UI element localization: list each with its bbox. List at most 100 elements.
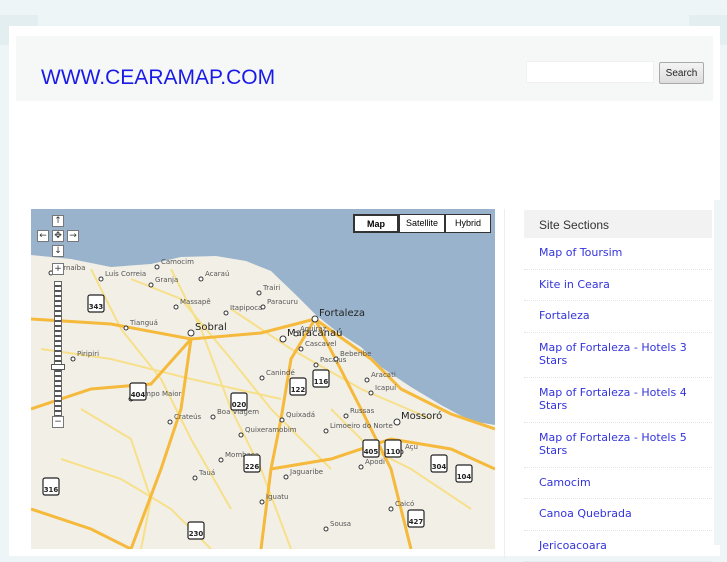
city-marker — [124, 326, 128, 330]
city-marker — [239, 433, 243, 437]
city-marker — [260, 376, 264, 380]
zoom-slider-thumb[interactable] — [51, 364, 65, 370]
highway-number: 122 — [291, 386, 306, 394]
city-label: Massapê — [180, 298, 211, 306]
highway-number: 343 — [89, 303, 104, 311]
city-marker — [314, 363, 318, 367]
city-marker — [294, 332, 298, 336]
sidebar: Site Sections Map of ToursimKite in Cear… — [524, 210, 712, 562]
city-marker — [224, 311, 228, 315]
map[interactable]: FortalezaSobralMaracanaúMossoróCamocimIt… — [31, 209, 495, 549]
map-type-satellite-button[interactable]: Satellite — [399, 214, 445, 233]
city-marker — [369, 391, 373, 395]
city-marker — [344, 414, 348, 418]
header: WWW.CEARAMAP.COM Search — [16, 36, 713, 101]
city-marker — [261, 305, 265, 309]
highway-number: 104 — [457, 473, 472, 481]
city-label: Canindé — [266, 369, 295, 377]
city-label: Crateús — [174, 413, 202, 421]
search-button[interactable]: Search — [659, 62, 704, 84]
city-marker — [149, 283, 153, 287]
city-marker — [299, 347, 303, 351]
city-label: Quixadá — [286, 411, 315, 419]
city-label: Aquiraz — [300, 325, 327, 333]
city-label: Acaraú — [205, 270, 229, 278]
city-label: Tauá — [198, 469, 215, 477]
city-marker — [188, 330, 194, 336]
city-marker — [312, 316, 318, 322]
pan-down-icon[interactable]: ↓ — [52, 245, 64, 257]
sidebar-list: Map of ToursimKite in CearaFortalezaMap … — [524, 238, 712, 562]
city-marker — [389, 507, 393, 511]
city-marker — [334, 357, 338, 361]
map-type-map-button[interactable]: Map — [353, 214, 399, 233]
city-label: Cascavel — [305, 340, 336, 348]
highway-number: 110 — [386, 448, 401, 456]
city-label: Tianguá — [129, 319, 158, 327]
city-label: Quixeramobim — [245, 426, 297, 434]
city-label: Iguatu — [266, 493, 288, 501]
city-marker — [211, 415, 215, 419]
city-marker — [155, 265, 159, 269]
city-marker — [219, 458, 223, 462]
city-marker — [71, 357, 75, 361]
map-type-hybrid-button[interactable]: Hybrid — [445, 214, 491, 233]
city-label: Paracuru — [267, 298, 298, 306]
city-marker — [193, 476, 197, 480]
highway-number: 304 — [432, 463, 447, 471]
sidebar-link[interactable]: Map of Fortaleza - Hotels 3 Stars — [524, 333, 712, 378]
highway-number: 116 — [314, 378, 329, 386]
city-label: Sobral — [195, 322, 227, 333]
city-label: Luís Correia — [105, 270, 146, 278]
city-marker — [257, 291, 261, 295]
divider — [504, 209, 505, 559]
sidebar-link[interactable]: Map of Fortaleza - Hotels 5 Stars — [524, 423, 712, 468]
sidebar-link[interactable]: Fortaleza — [524, 301, 712, 333]
city-label: Itapipoca — [230, 304, 262, 312]
zoom-in-icon[interactable]: + — [52, 263, 64, 275]
city-marker — [284, 475, 288, 479]
city-label: Limoeiro do Norte — [330, 422, 393, 430]
site-logo-link[interactable]: WWW.CEARAMAP.COM — [41, 66, 275, 90]
zoom-slider[interactable] — [54, 281, 62, 419]
sidebar-link[interactable]: Canoa Quebrada — [524, 499, 712, 531]
city-label: Icapuí — [375, 384, 397, 392]
highway-number: 427 — [409, 518, 424, 526]
city-marker — [260, 500, 264, 504]
city-label: Jaguaribe — [289, 468, 323, 476]
search-input[interactable] — [526, 61, 654, 83]
city-label: Piripiri — [77, 350, 99, 358]
pan-center-icon[interactable]: ✥ — [52, 230, 64, 242]
city-label: Russas — [350, 407, 375, 415]
city-marker — [99, 277, 103, 281]
city-marker — [394, 419, 400, 425]
city-label: Caicó — [395, 500, 414, 508]
sidebar-link[interactable]: Camocim — [524, 468, 712, 500]
page-container: WWW.CEARAMAP.COM Search Fortaleza Sobral M… — [9, 26, 720, 556]
city-label: Apodi — [365, 458, 385, 466]
city-label: Granja — [155, 276, 178, 284]
sidebar-link[interactable]: Map of Toursim — [524, 238, 712, 270]
city-marker — [174, 305, 178, 309]
pan-left-icon[interactable]: ← — [37, 230, 49, 242]
city-label: Beberibe — [340, 350, 371, 358]
sidebar-link[interactable]: Jericoacoara — [524, 531, 712, 562]
city-label: Sousa — [330, 520, 351, 528]
sidebar-link[interactable]: Kite in Ceara — [524, 270, 712, 302]
map-canvas[interactable]: FortalezaSobralMaracanaúMossoróCamocimIt… — [31, 209, 495, 549]
highway-number: 404 — [131, 391, 146, 399]
pan-right-icon[interactable]: → — [67, 230, 79, 242]
city-label: Camocim — [161, 258, 194, 266]
city-label: Mossoró — [401, 410, 442, 422]
sidebar-title: Site Sections — [524, 210, 712, 238]
city-label: Açu — [405, 443, 418, 451]
highway-number: 226 — [245, 463, 260, 471]
zoom-out-icon[interactable]: − — [52, 416, 64, 428]
pan-up-icon[interactable]: ↑ — [52, 215, 64, 227]
city-marker — [324, 429, 328, 433]
city-marker — [280, 418, 284, 422]
sidebar-link[interactable]: Map of Fortaleza - Hotels 4 Stars — [524, 378, 712, 423]
decor-strip — [714, 200, 727, 545]
highway-number: 405 — [364, 448, 379, 456]
highway-number: 020 — [232, 401, 247, 409]
